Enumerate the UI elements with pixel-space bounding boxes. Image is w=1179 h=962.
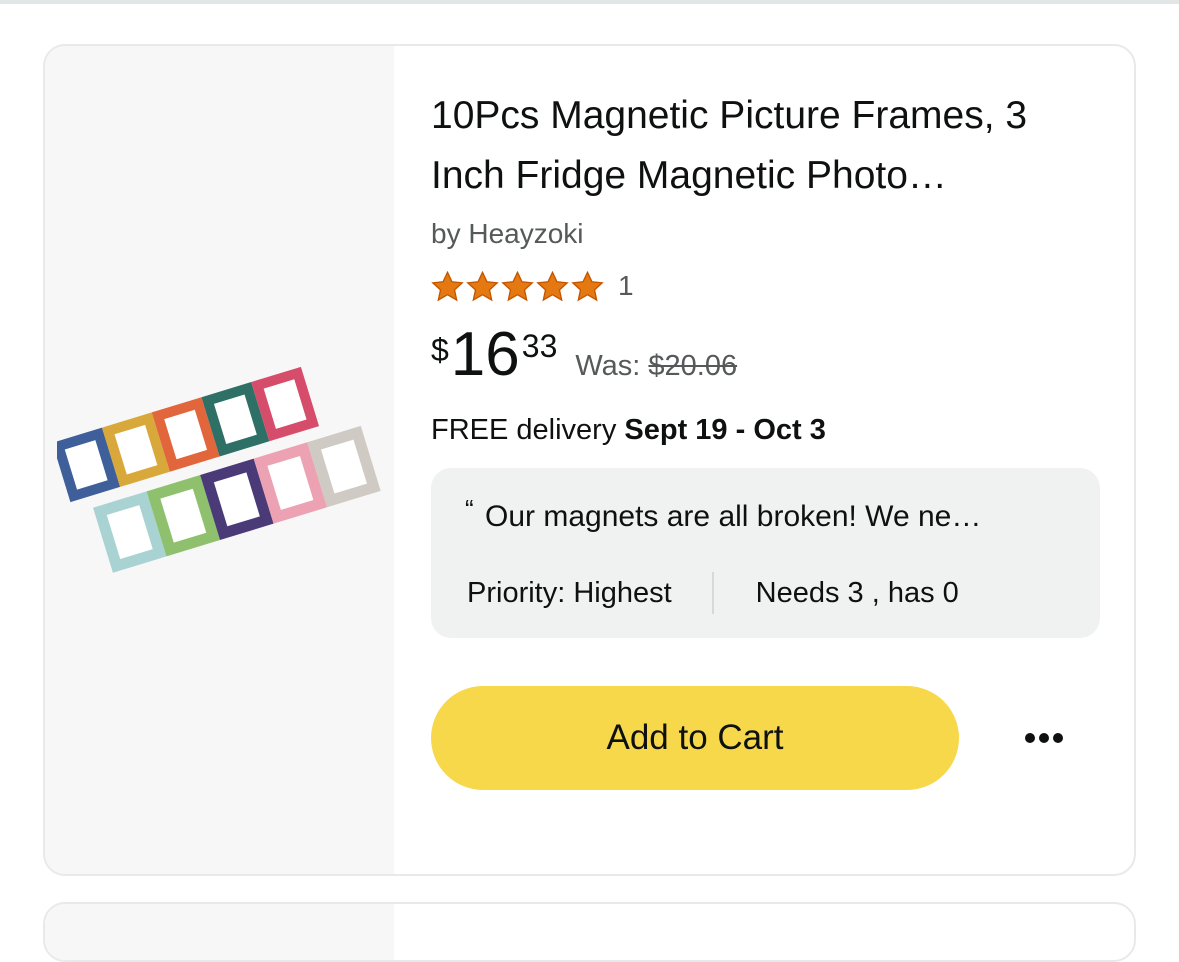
product-details: 10Pcs Magnetic Picture Frames, 3 Inch Fr… xyxy=(431,86,1111,790)
more-options-button[interactable] xyxy=(1019,713,1069,763)
more-options-icon xyxy=(1025,733,1063,743)
was-price-block: Was: $20.06 xyxy=(575,350,737,383)
review-meta: Priority: Highest Needs 3 , has 0 xyxy=(467,572,959,614)
price-symbol: $ xyxy=(431,332,449,368)
needs-count: Needs 3 , has 0 xyxy=(755,576,959,609)
review-snippet[interactable]: “ Our magnets are all broken! We ne… Pri… xyxy=(431,468,1100,638)
top-divider xyxy=(0,0,1179,4)
star-icon xyxy=(466,270,499,301)
next-product-card[interactable] xyxy=(43,902,1136,962)
was-price: $20.06 xyxy=(648,350,738,382)
was-label: Was: xyxy=(575,350,641,382)
delivery-dates: Sept 19 - Oct 3 xyxy=(624,414,826,446)
delivery-info: FREE delivery Sept 19 - Oct 3 xyxy=(431,410,1111,450)
star-icon xyxy=(501,270,534,301)
priority-label: Priority: Highest xyxy=(467,576,672,609)
quote-mark-icon: “ xyxy=(465,494,474,524)
product-card[interactable]: 10Pcs Magnetic Picture Frames, 3 Inch Fr… xyxy=(43,44,1136,876)
product-image-pane[interactable] xyxy=(45,46,394,874)
next-product-image-pane[interactable] xyxy=(45,904,394,960)
star-icon xyxy=(571,270,604,301)
meta-divider xyxy=(711,572,714,614)
review-text[interactable]: Our magnets are all broken! We ne… xyxy=(485,500,981,534)
delivery-prefix: FREE delivery xyxy=(431,414,617,446)
product-brand[interactable]: by Heayzoki xyxy=(431,214,1111,254)
price-whole: 16 xyxy=(450,320,520,389)
cart-row: Add to Cart xyxy=(431,686,1111,790)
price-fraction: 33 xyxy=(521,328,558,364)
add-to-cart-button[interactable]: Add to Cart xyxy=(431,686,959,790)
star-rating[interactable] xyxy=(431,270,604,302)
star-icon xyxy=(536,270,569,301)
rating-count[interactable]: 1 xyxy=(618,270,634,302)
rating-row[interactable]: 1 xyxy=(431,266,1111,306)
price-row: $ 16 33 Was: $20.06 xyxy=(431,320,1111,390)
product-title[interactable]: 10Pcs Magnetic Picture Frames, 3 Inch Fr… xyxy=(431,86,1091,206)
product-image[interactable] xyxy=(57,346,387,576)
star-icon xyxy=(431,270,464,301)
